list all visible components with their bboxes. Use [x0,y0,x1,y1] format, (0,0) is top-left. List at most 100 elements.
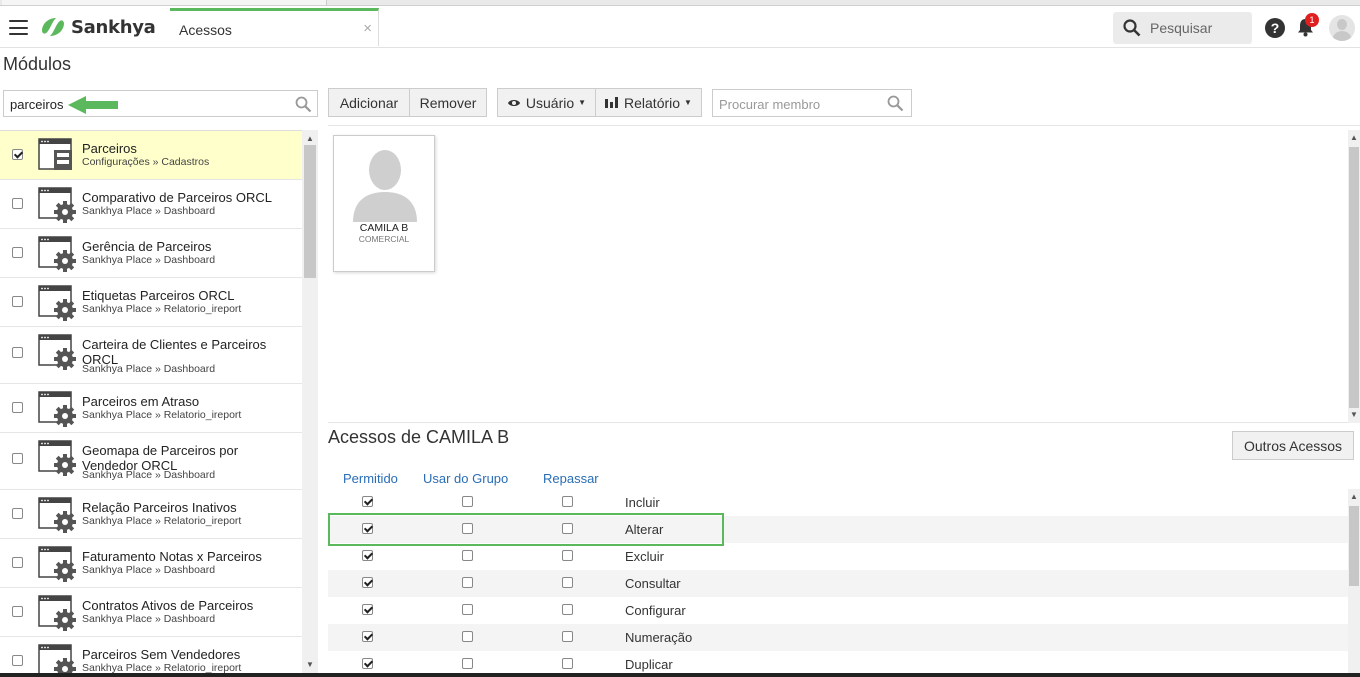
permitido-checkbox[interactable] [362,550,373,561]
browser-tab[interactable] [2,0,327,5]
module-checkbox[interactable] [12,508,23,519]
user-dropdown[interactable]: Usuário ▼ [497,88,596,117]
permission-label: Duplicar [625,657,673,672]
permission-label: Configurar [625,603,686,618]
module-list-item[interactable]: Relação Parceiros Inativos Sankhya Place … [0,490,302,539]
member-search-input[interactable]: Procurar membro [712,89,912,117]
module-list-item[interactable]: Gerência de Parceiros Sankhya Place » Das… [0,229,302,278]
module-list-item[interactable]: Comparativo de Parceiros ORCL Sankhya Pla… [0,180,302,229]
usar-do-grupo-checkbox[interactable] [462,577,473,588]
module-checkbox[interactable] [12,453,23,464]
brand-logo[interactable]: Sankhya [39,15,156,39]
other-access-button[interactable]: Outros Acessos [1232,431,1354,460]
usar-do-grupo-checkbox[interactable] [462,658,473,669]
repassar-checkbox[interactable] [562,496,573,507]
column-header-permitido[interactable]: Permitido [343,471,398,486]
report-dropdown[interactable]: Relatório ▼ [595,88,702,117]
eye-icon [507,99,520,106]
repassar-checkbox[interactable] [562,577,573,588]
permission-scrollbar[interactable]: ▲ [1348,489,1360,677]
permission-row: Consultar [328,570,1348,597]
permitido-checkbox[interactable] [362,577,373,588]
module-name: Comparativo de Parceiros ORCL [82,190,273,205]
member-name: CAMILA B [359,222,409,234]
module-checkbox[interactable] [12,347,23,358]
module-list-item[interactable]: Parceiros em Atraso Sankhya Place » Relat… [0,384,302,433]
gear-window-icon [38,236,76,277]
module-path: Sankhya Place » Relatorio_ireport [82,515,242,527]
module-path: Sankhya Place » Relatorio_ireport [82,303,242,315]
gear-window-icon [38,497,76,538]
permission-label: Excluir [625,549,665,564]
caret-down-icon: ▼ [684,98,692,107]
global-search[interactable]: Pesquisar [1113,12,1252,44]
search-icon[interactable] [887,95,904,112]
usar-do-grupo-checkbox[interactable] [462,604,473,615]
module-search-input[interactable]: parceiros [3,90,318,117]
permission-row: Incluir [328,489,1348,516]
repassar-checkbox[interactable] [562,658,573,669]
module-path: Configurações » Cadastros [82,156,210,168]
member-area-scrollbar[interactable]: ▲ ▼ [1348,130,1360,423]
module-list-item[interactable]: Carteira de Clientes e Parceiros ORCL San… [0,327,302,384]
form-window-icon [38,138,74,177]
member-search-placeholder: Procurar membro [719,97,821,112]
module-checkbox[interactable] [12,606,23,617]
permitido-checkbox[interactable] [362,604,373,615]
module-name: Gerência de Parceiros [82,239,212,254]
user-silhouette-icon [353,150,417,222]
module-list-scrollbar[interactable]: ▲ ▼ [302,130,318,675]
tab-label: Acessos [179,22,232,38]
module-name: Relação Parceiros Inativos [82,500,237,515]
module-checkbox[interactable] [12,149,23,160]
search-icon[interactable] [295,96,312,113]
app-header: Sankhya Acessos × Pesquisar ? 1 [0,6,1360,48]
module-checkbox[interactable] [12,557,23,568]
module-list-item[interactable]: Parceiros Sem Vendedores Sankhya Place » … [0,637,302,677]
permission-label: Consultar [625,576,681,591]
close-icon[interactable]: × [363,20,372,37]
module-checkbox[interactable] [12,655,23,666]
usar-do-grupo-checkbox[interactable] [462,496,473,507]
remove-button[interactable]: Remover [409,88,487,117]
permitido-checkbox[interactable] [362,658,373,669]
usar-do-grupo-checkbox[interactable] [462,550,473,561]
module-path: Sankhya Place » Dashboard [82,564,216,576]
module-checkbox[interactable] [12,198,23,209]
member-card[interactable]: CAMILA B COMERCIAL [333,135,435,272]
tab-acessos[interactable]: Acessos × [170,8,379,46]
column-header-usar-do-grupo[interactable]: Usar do Grupo [423,471,508,486]
permitido-checkbox[interactable] [362,496,373,507]
search-placeholder: Pesquisar [1150,20,1213,36]
user-avatar[interactable] [1329,15,1355,41]
sankhya-logo-icon [42,18,64,36]
module-list-item[interactable]: Parceiros Configurações » Cadastros [0,131,302,180]
repassar-checkbox[interactable] [562,604,573,615]
gear-window-icon [38,285,76,326]
module-checkbox[interactable] [12,402,23,413]
module-list-item[interactable]: Contratos Ativos de Parceiros Sankhya Pla… [0,588,302,637]
caret-down-icon: ▼ [578,98,587,107]
gear-window-icon [38,595,76,636]
permission-row: Configurar [328,597,1348,624]
module-checkbox[interactable] [12,247,23,258]
permission-row: Numeração [328,624,1348,651]
gear-window-icon [38,391,76,432]
module-checkbox[interactable] [12,296,23,307]
add-button[interactable]: Adicionar [328,88,410,117]
brand-name: Sankhya [71,16,156,38]
module-path: Sankhya Place » Relatorio_ireport [82,409,242,421]
column-header-repassar[interactable]: Repassar [543,471,599,486]
module-list-item[interactable]: Etiquetas Parceiros ORCL Sankhya Place » … [0,278,302,327]
help-icon[interactable]: ? [1265,18,1285,38]
repassar-checkbox[interactable] [562,550,573,561]
module-list-item[interactable]: Faturamento Notas x Parceiros Sankhya Pla… [0,539,302,588]
menu-icon[interactable] [9,20,28,35]
module-name: Parceiros em Atraso [82,394,200,409]
repassar-checkbox[interactable] [562,631,573,642]
module-list-item[interactable]: Geomapa de Parceiros por Vendedor ORCL Sa… [0,433,302,490]
usar-do-grupo-checkbox[interactable] [462,631,473,642]
notification-badge: 1 [1305,13,1319,27]
module-name: Contratos Ativos de Parceiros [82,598,254,613]
permitido-checkbox[interactable] [362,631,373,642]
